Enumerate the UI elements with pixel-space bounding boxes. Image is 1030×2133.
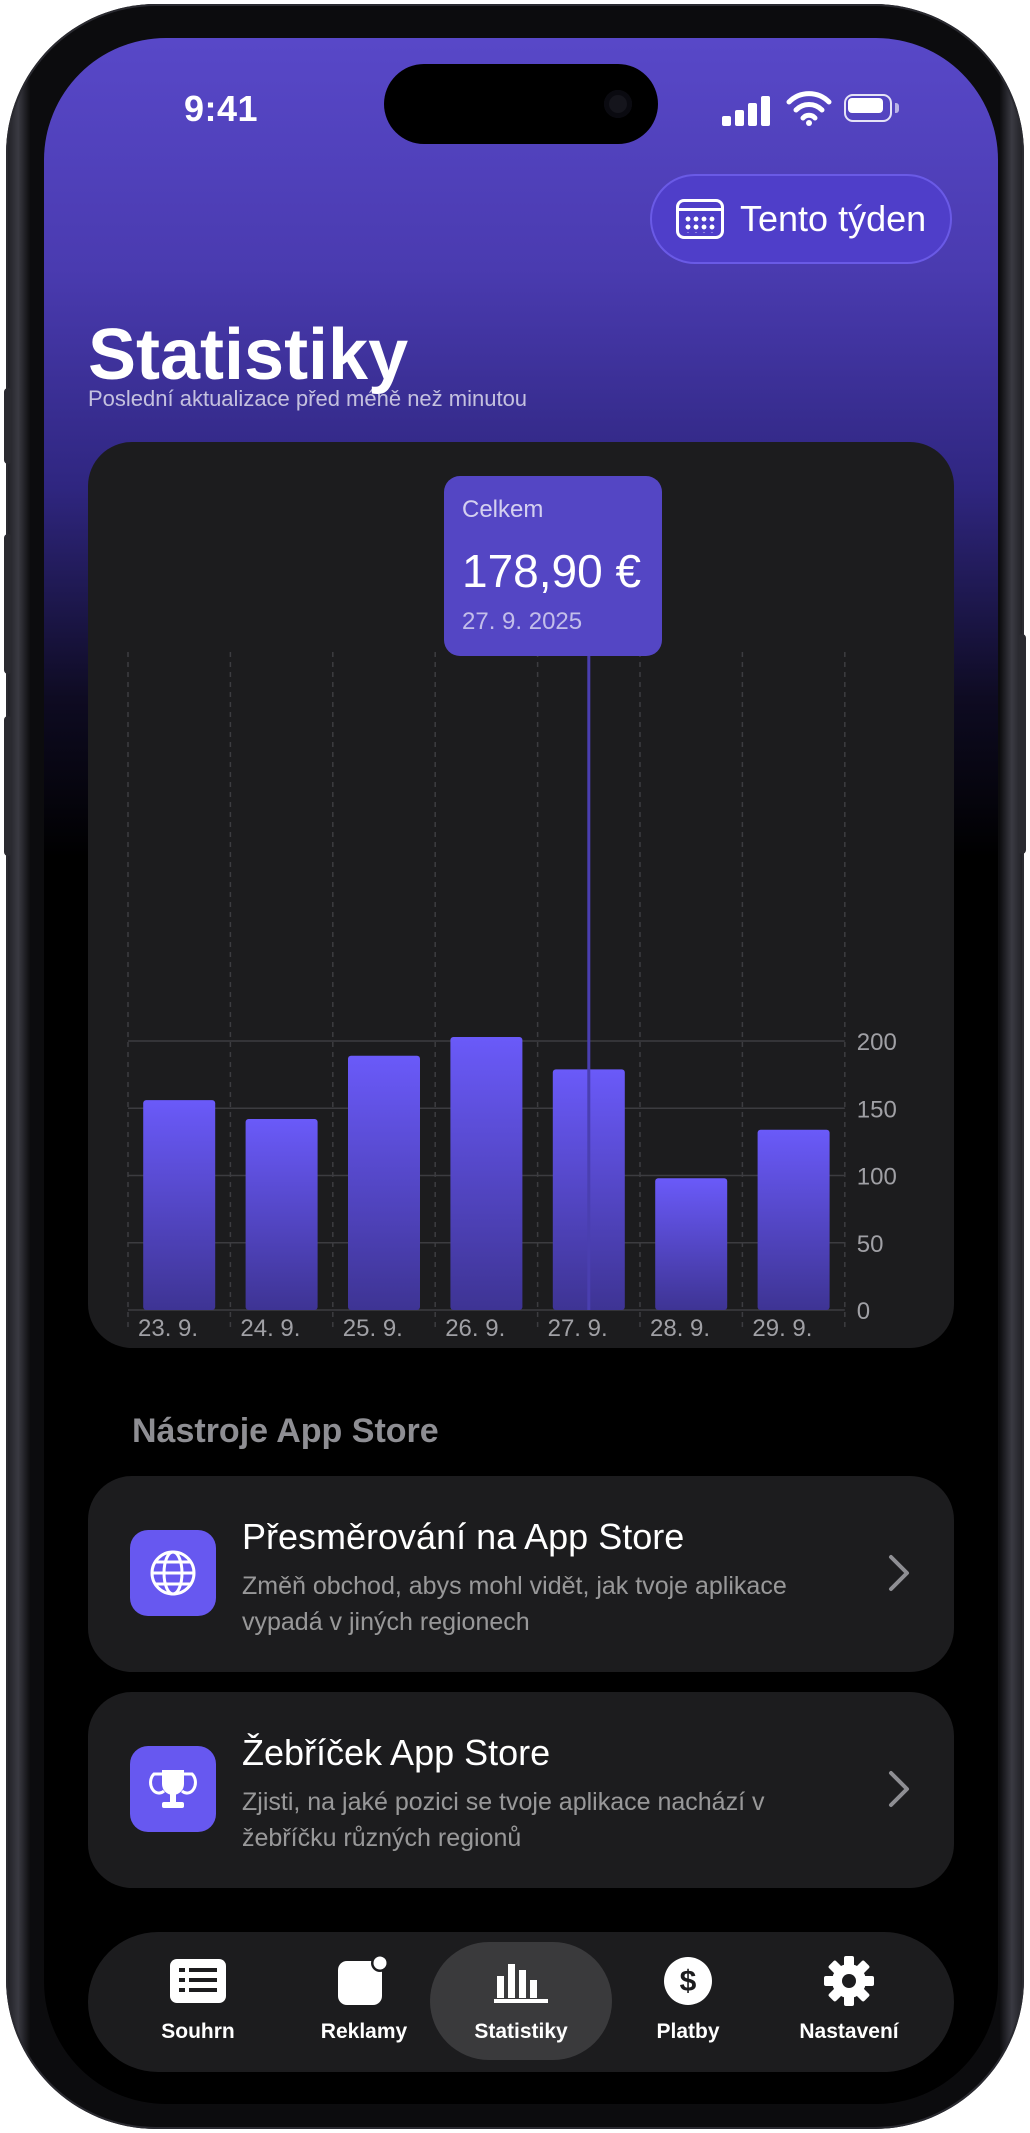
tab-settings[interactable]: Nastavení [784, 1932, 914, 2072]
tool-title: Přesměrování na App Store [242, 1516, 685, 1557]
chart-bar [348, 1055, 420, 1310]
tab-label: Reklamy [320, 2020, 408, 2043]
wifi-icon [786, 91, 832, 126]
x-tick-label: 24. 9. [240, 1315, 300, 1342]
chart-tooltip: Celkem 178,90 € 27. 9. 2025 [444, 476, 662, 656]
tool-card-redirect[interactable]: Přesměrování na App Store Změň obchod, a… [88, 1476, 954, 1672]
y-tick-label: 200 [857, 1029, 897, 1056]
cellular-signal-icon [722, 96, 770, 126]
power-button [1018, 634, 1026, 854]
volume-down-button [4, 716, 12, 856]
x-tick-label: 25. 9. [343, 1315, 403, 1342]
chart-bar [757, 1129, 830, 1310]
calendar-icon [676, 199, 724, 239]
tooltip-date: 27. 9. 2025 [462, 608, 583, 635]
status-bar: 9:41 [44, 38, 998, 168]
tab-label: Nastavení [799, 2020, 899, 2043]
status-time: 9:41 [184, 88, 259, 129]
list-icon [168, 1956, 228, 2006]
action-button [4, 388, 12, 464]
tab-ads[interactable]: Reklamy [294, 1932, 434, 2072]
chart-bar [143, 1100, 216, 1310]
tool-card-ranking[interactable]: Žebříček App Store Zjisti, na jaké pozic… [88, 1692, 954, 1888]
phone-frame: 9:41 Tento týden Statistiky Poslední akt… [4, 4, 1026, 2129]
last-updated-text: Poslední aktualizace před méně než minut… [88, 386, 528, 411]
x-tick-label: 28. 9. [650, 1315, 710, 1342]
tool-description: Změň obchod, abys mohl vidět, jak tvoje … [242, 1572, 787, 1636]
chart-bar [655, 1178, 728, 1310]
chevron-right-icon [889, 1555, 909, 1591]
tab-summary[interactable]: Souhrn [138, 1932, 258, 2072]
tool-title: Žebříček App Store [242, 1732, 551, 1773]
tab-label: Souhrn [161, 2020, 235, 2043]
chart-icon [491, 1956, 551, 2006]
tab-payments[interactable]: $ Platby [628, 1932, 748, 2072]
tool-description: Zjisti, na jaké pozici se tvoje aplikace… [242, 1788, 765, 1852]
y-tick-label: 50 [857, 1231, 884, 1258]
dollar-icon: $ [658, 1956, 718, 2006]
dynamic-island [384, 64, 658, 144]
tab-label: Platby [656, 2020, 720, 2043]
tab-bar: Souhrn Reklamy Statistiky $ Platby Nasta… [88, 1932, 954, 2072]
chart-bar [450, 1036, 523, 1310]
y-tick-label: 100 [857, 1164, 897, 1191]
svg-text:$: $ [680, 1965, 697, 1998]
y-tick-label: 0 [857, 1298, 870, 1325]
tooltip-value: 178,90 € [462, 545, 642, 597]
page-title: Statistiky [88, 315, 409, 395]
period-selector-label: Tento týden [740, 198, 927, 239]
gear-icon [819, 1956, 879, 2006]
period-selector-button[interactable]: Tento týden [650, 174, 952, 264]
tab-statistics[interactable]: Statistiky [440, 1932, 602, 2072]
volume-up-button [4, 534, 12, 674]
battery-icon [844, 94, 902, 124]
camera-icon [604, 90, 632, 118]
ads-icon [334, 1955, 394, 2006]
tooltip-label: Celkem [462, 496, 544, 523]
y-tick-label: 150 [857, 1096, 897, 1123]
section-title-tools: Nástroje App Store [132, 1412, 439, 1450]
chart-bar [245, 1119, 318, 1310]
chevron-right-icon [889, 1771, 909, 1807]
trophy-icon [130, 1746, 216, 1832]
screen: 9:41 Tento týden Statistiky Poslední akt… [44, 38, 998, 2104]
x-tick-label: 23. 9. [138, 1315, 198, 1342]
tab-label: Statistiky [474, 2020, 568, 2043]
globe-icon [130, 1530, 216, 1616]
x-tick-label: 27. 9. [548, 1315, 608, 1342]
x-tick-label: 26. 9. [445, 1315, 505, 1342]
x-tick-label: 29. 9. [752, 1315, 812, 1342]
